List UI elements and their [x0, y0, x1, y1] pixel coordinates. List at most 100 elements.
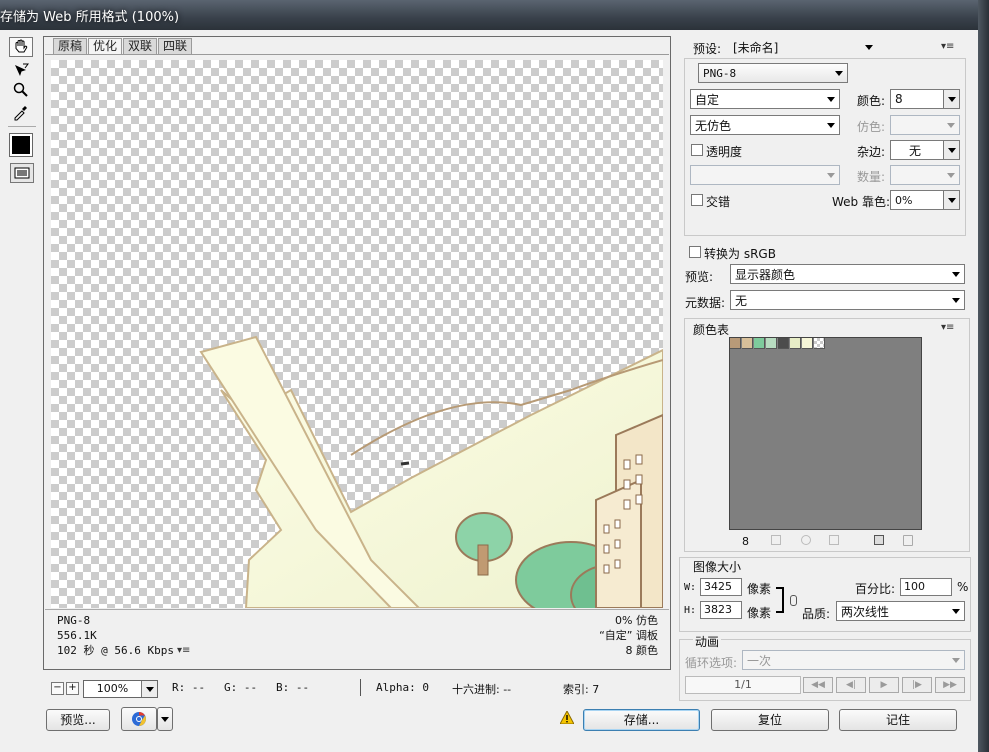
trash-icon[interactable] [903, 535, 913, 546]
color-swatch[interactable] [766, 338, 777, 349]
loop-select[interactable]: 一次 [742, 650, 965, 670]
matte-select[interactable]: 无 [890, 140, 960, 160]
color-table-menu-icon[interactable]: ▾≡ [941, 322, 954, 333]
first-frame-button[interactable]: ◀◀ [803, 677, 833, 693]
loop-value: 一次 [747, 653, 772, 668]
preset-select[interactable]: [未命名] [728, 37, 878, 57]
eyedropper-color-swatch[interactable] [9, 133, 33, 157]
tab-2-up[interactable]: 双联 [123, 38, 158, 54]
dither-info: 0% 仿色 [615, 614, 658, 627]
file-format-value: PNG-8 [703, 66, 737, 80]
color-reduction-value: 自定 [695, 92, 720, 107]
red-readout: R: -- [172, 681, 206, 694]
chevron-down-icon [948, 265, 964, 283]
image-preview-canvas[interactable] [51, 60, 663, 608]
convert-srgb-label: 转换为 sRGB [704, 247, 776, 261]
window-title: 存储为 Web 所用格式 (100%) [0, 10, 180, 25]
optimize-menu-icon[interactable]: ▾≡ [941, 41, 954, 52]
shift-to-web-icon[interactable] [801, 535, 811, 545]
browser-icon [132, 712, 146, 726]
chevron-down-icon [943, 191, 959, 209]
percent-input[interactable]: 100 [900, 578, 952, 596]
zoom-level-value: 100% [96, 682, 129, 695]
color-swatch[interactable] [742, 338, 753, 349]
preset-label: 预设: [693, 42, 722, 56]
next-frame-button[interactable]: |▶ [902, 677, 932, 693]
dither-label: 仿色: [857, 120, 886, 134]
height-input[interactable]: 3823 [700, 601, 742, 619]
save-button[interactable]: 存储... [583, 709, 700, 731]
download-speed-menu-icon[interactable]: ▾≡ [177, 645, 190, 656]
zoom-out-button[interactable]: − [51, 682, 64, 695]
color-palette[interactable] [729, 337, 922, 530]
warning-icon [559, 709, 575, 727]
web-snap-value: 0% [895, 193, 913, 207]
transparency-checkbox[interactable] [691, 144, 703, 156]
play-button[interactable]: ▶ [869, 677, 899, 693]
image-size-title: 图像大小 [693, 560, 742, 574]
matte-value: 无 [909, 143, 922, 158]
zoom-in-button[interactable]: + [66, 682, 79, 695]
last-frame-button[interactable]: ▶▶ [935, 677, 965, 693]
dither-amount-select[interactable] [890, 115, 960, 135]
prev-frame-button[interactable]: ◀| [836, 677, 866, 693]
amount-label: 数量: [857, 170, 886, 184]
image-info-left: PNG-8 556.1K 102 秒 @ 56.6 Kbps [57, 613, 174, 658]
lock-color-icon[interactable] [829, 535, 839, 545]
file-format-select[interactable]: PNG-8 [698, 63, 848, 83]
color-swatch[interactable] [790, 338, 801, 349]
hand-tool-button[interactable] [9, 37, 33, 57]
link-icon[interactable] [790, 595, 797, 606]
zoom-level-select[interactable]: 100% [83, 680, 158, 698]
magnifier-icon [13, 82, 28, 97]
tab-original[interactable]: 原稿 [53, 38, 88, 54]
quality-select[interactable]: 两次线性 [836, 601, 965, 621]
convert-srgb-checkbox[interactable] [689, 246, 701, 258]
matte-label: 杂边: [857, 145, 886, 159]
chevron-down-icon [831, 64, 847, 82]
browser-dropdown-button[interactable] [157, 707, 173, 731]
color-swatch[interactable] [778, 338, 789, 349]
color-swatch[interactable] [802, 338, 813, 349]
slice-select-tool-button[interactable] [9, 60, 33, 80]
tab-4-up[interactable]: 四联 [158, 38, 193, 54]
frame-counter: 1/1 [685, 676, 801, 694]
interlaced-checkbox[interactable] [691, 194, 703, 206]
new-color-icon[interactable] [874, 535, 884, 545]
width-input[interactable]: 3425 [700, 578, 742, 596]
illustration-artwork [199, 335, 663, 608]
browser-select-button[interactable] [121, 707, 157, 731]
alpha-readout: Alpha: 0 [376, 681, 429, 694]
color-swatch[interactable] [814, 338, 825, 349]
eyedropper-icon [14, 106, 27, 121]
color-swatch[interactable] [754, 338, 765, 349]
reset-button[interactable]: 复位 [711, 709, 829, 731]
eyedropper-tool-button[interactable] [9, 102, 33, 122]
chevron-down-icon [948, 291, 964, 309]
format-info: PNG-8 [57, 614, 91, 627]
metadata-label: 元数据: [685, 296, 726, 310]
remember-button[interactable]: 记住 [839, 709, 957, 731]
color-reduction-select[interactable]: 自定 [690, 89, 840, 109]
map-transparent-icon[interactable] [771, 535, 781, 545]
chevron-down-icon [943, 166, 959, 184]
metadata-select[interactable]: 无 [730, 290, 965, 310]
preview-mode-select[interactable]: 显示器颜色 [730, 264, 965, 284]
preview-mode-value: 显示器颜色 [735, 267, 796, 282]
chevron-down-icon [823, 90, 839, 108]
transparency-dither-select[interactable] [690, 165, 840, 185]
green-readout: G: -- [224, 681, 258, 694]
width-label: W: [684, 582, 697, 593]
toggle-slices-button[interactable] [10, 163, 34, 183]
web-snap-label: Web 靠色: [832, 195, 891, 209]
chevron-down-icon [943, 141, 959, 159]
zoom-tool-button[interactable] [9, 80, 33, 100]
colors-select[interactable]: 8 [890, 89, 960, 109]
chevron-down-icon [823, 116, 839, 134]
transparency-amount-select[interactable] [890, 165, 960, 185]
preview-button[interactable]: 预览... [46, 709, 110, 731]
web-snap-select[interactable]: 0% [890, 190, 960, 210]
tab-optimized[interactable]: 优化 [88, 38, 123, 54]
dither-algorithm-select[interactable]: 无仿色 [690, 115, 840, 135]
color-swatch[interactable] [730, 338, 741, 349]
